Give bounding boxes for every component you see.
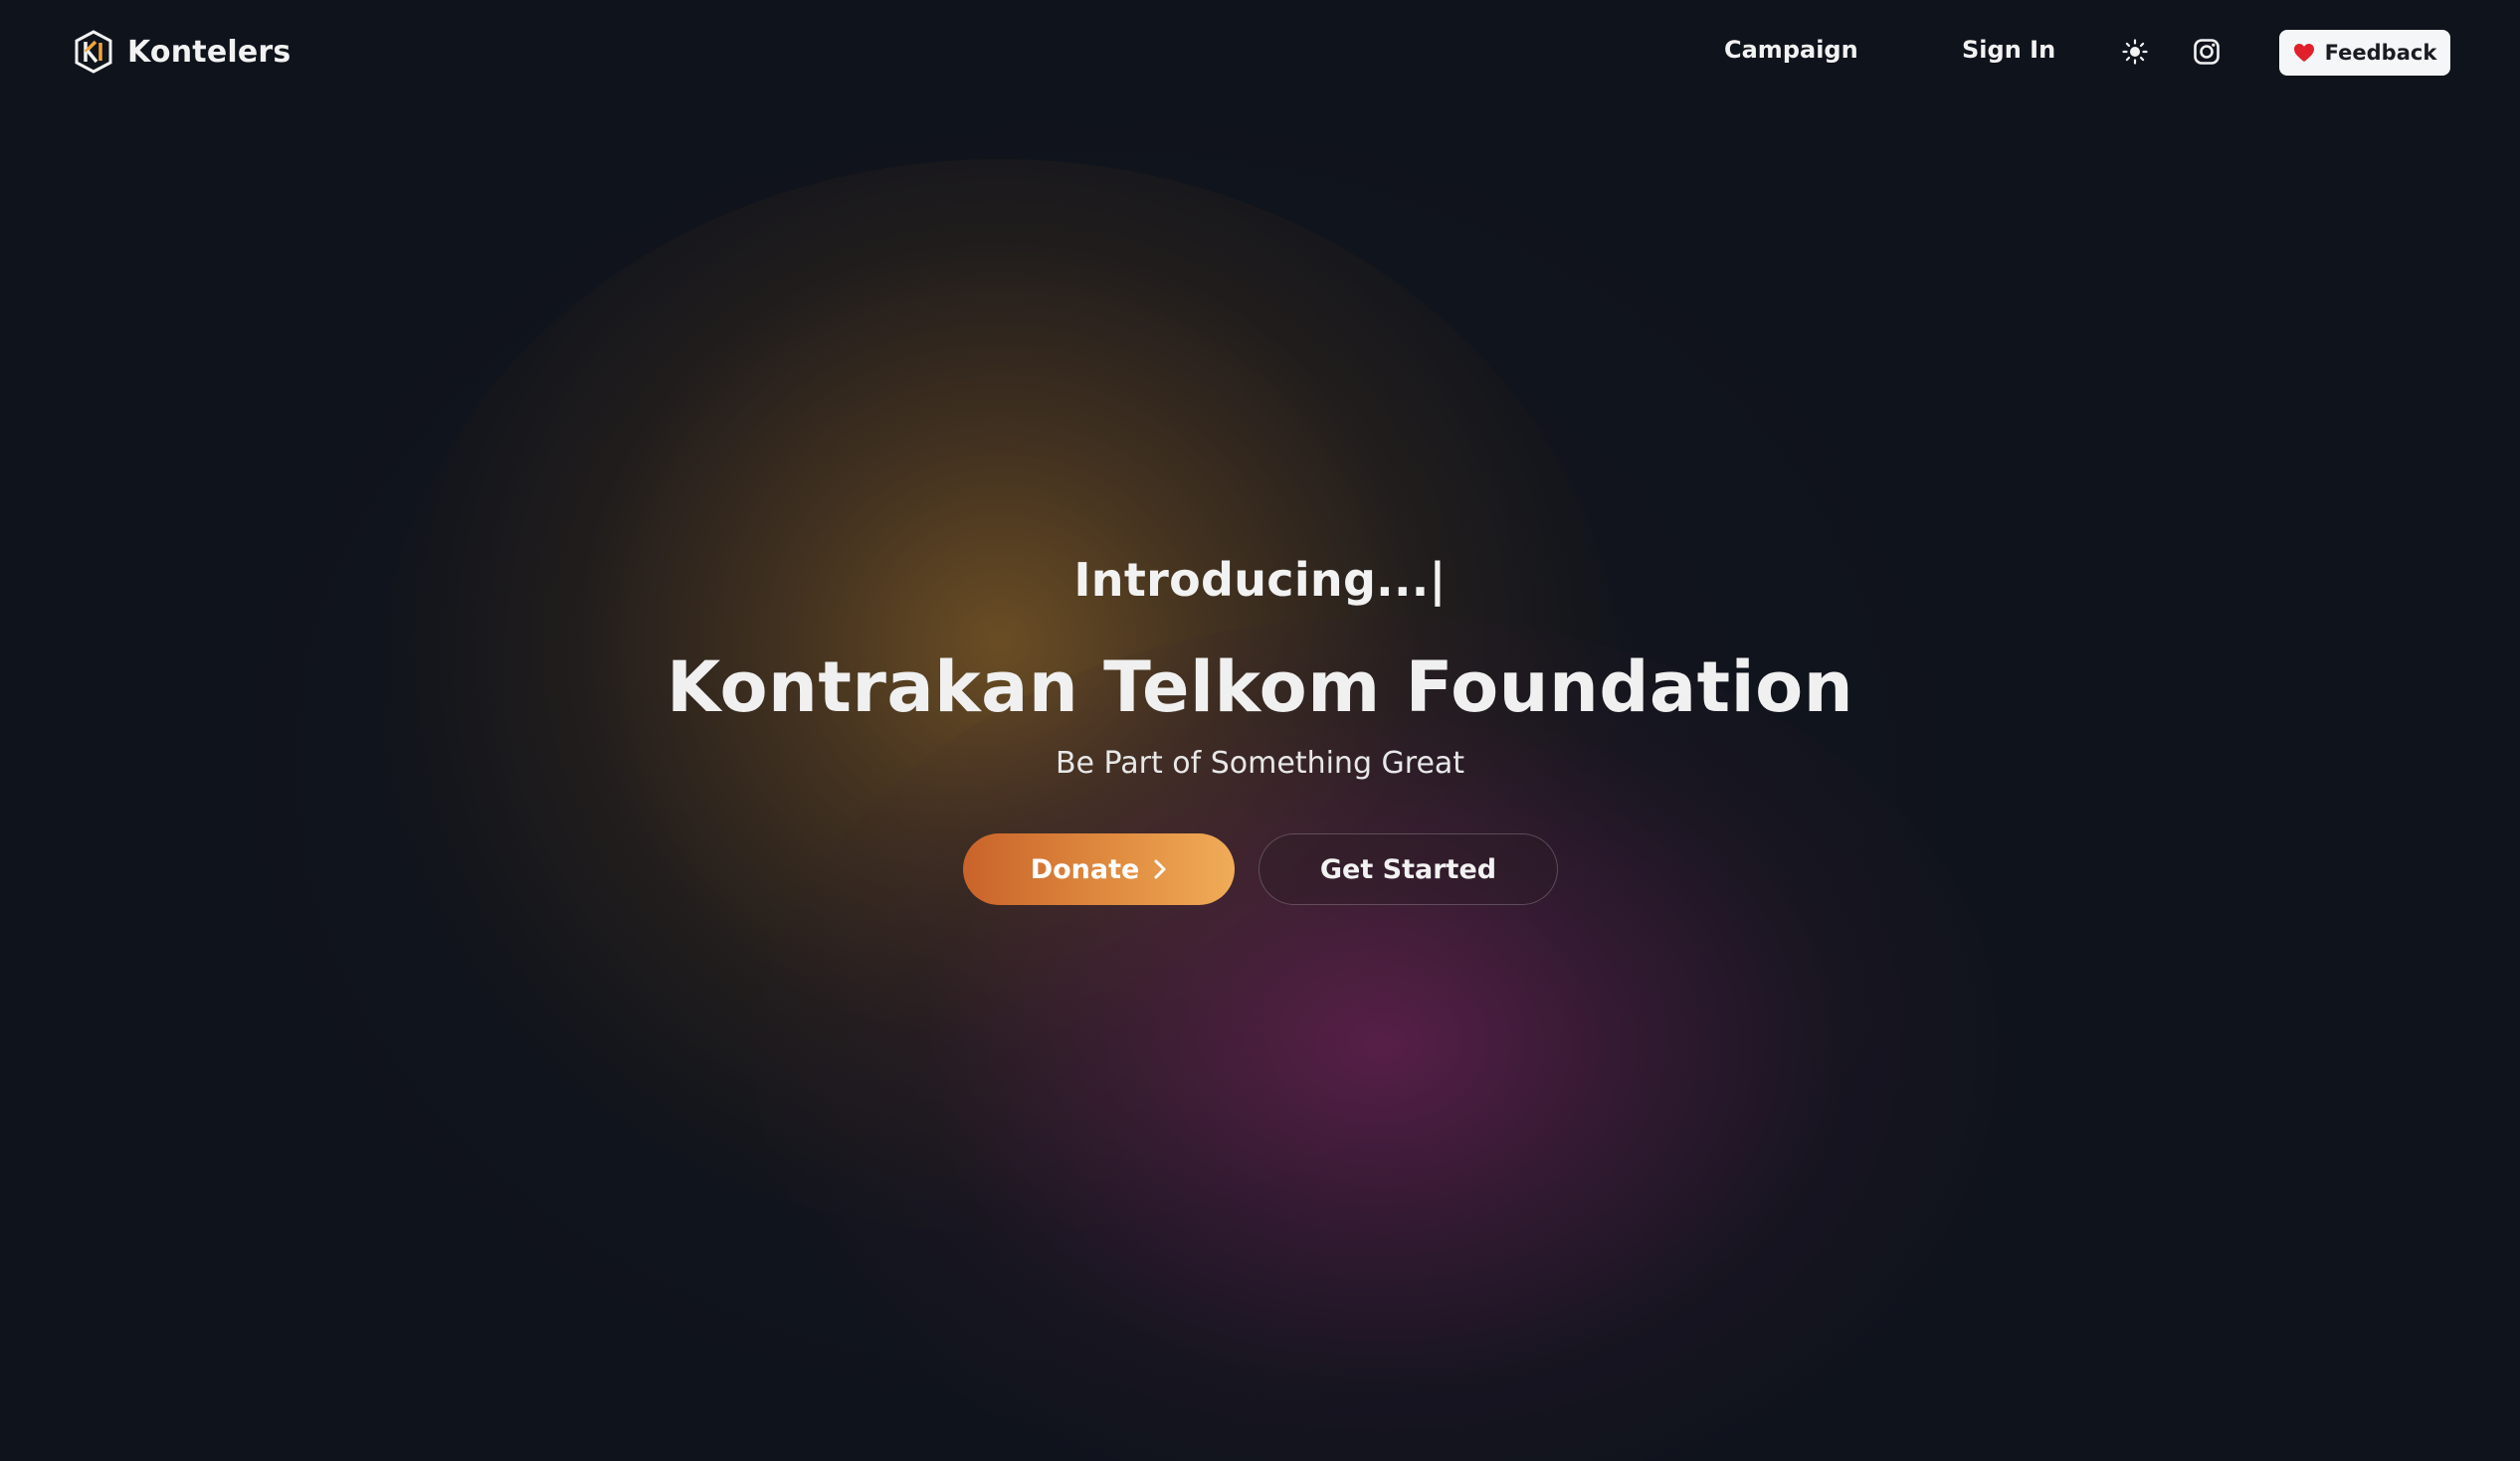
nav-link-sign-in[interactable]: Sign In	[1962, 36, 2055, 64]
nav-link-campaign[interactable]: Campaign	[1724, 36, 1858, 64]
feedback-button[interactable]: Feedback	[2279, 30, 2450, 76]
get-started-button-label: Get Started	[1319, 853, 1497, 885]
hero-section: Introducing...| Kontrakan Telkom Foundat…	[0, 0, 2520, 1461]
theme-toggle-button[interactable]	[2119, 36, 2151, 68]
navbar: Kontelers Campaign Sign In Feedback	[0, 0, 2520, 105]
donate-button[interactable]: Donate	[963, 833, 1235, 905]
instagram-icon	[2194, 39, 2220, 65]
feedback-label: Feedback	[2324, 41, 2437, 65]
brand-name: Kontelers	[127, 34, 291, 70]
donate-button-label: Donate	[1030, 853, 1140, 885]
hero-subtitle: Be Part of Something Great	[1055, 746, 1465, 781]
brand-link[interactable]: Kontelers	[74, 30, 291, 74]
hero-title: Kontrakan Telkom Foundation	[666, 646, 1854, 728]
instagram-link[interactable]	[2191, 36, 2223, 68]
chevron-right-icon	[1154, 859, 1166, 879]
heart-icon	[2293, 44, 2314, 62]
get-started-button[interactable]: Get Started	[1259, 833, 1558, 905]
kontelers-logo-icon	[75, 30, 112, 74]
sun-icon	[2122, 39, 2148, 65]
hero-intro-text: Introducing...|	[1073, 553, 1447, 607]
